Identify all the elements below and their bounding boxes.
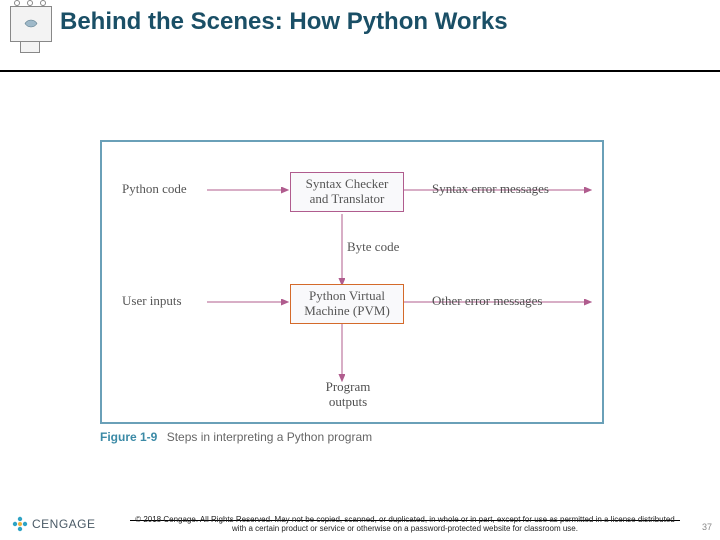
python-process-diagram: Python code User inputs Syntax Checker a… [100,140,604,424]
label-other-error: Other error messages [432,294,597,309]
label-syntax-error: Syntax error messages [432,182,597,197]
label-user-inputs: User inputs [122,294,207,309]
projector-icon [10,6,50,53]
slide-header: Behind the Scenes: How Python Works [0,0,720,72]
cengage-logo: CENGAGE [12,516,96,532]
figure-caption: Figure 1-9 Steps in interpreting a Pytho… [100,430,372,444]
copyright-text: © 2018 Cengage. All Rights Reserved. May… [130,515,680,534]
page-number: 37 [702,522,712,532]
figure-text: Steps in interpreting a Python program [167,430,372,444]
brand-text: CENGAGE [32,517,96,531]
label-program-outputs: Program outputs [308,380,388,410]
flower-icon [12,516,28,532]
figure-number: Figure 1-9 [100,430,157,444]
box-pvm: Python Virtual Machine (PVM) [290,284,404,324]
box-syntax-checker: Syntax Checker and Translator [290,172,404,212]
slide-title: Behind the Scenes: How Python Works [60,8,710,36]
label-bytecode: Byte code [347,240,417,255]
label-python-code: Python code [122,182,207,197]
